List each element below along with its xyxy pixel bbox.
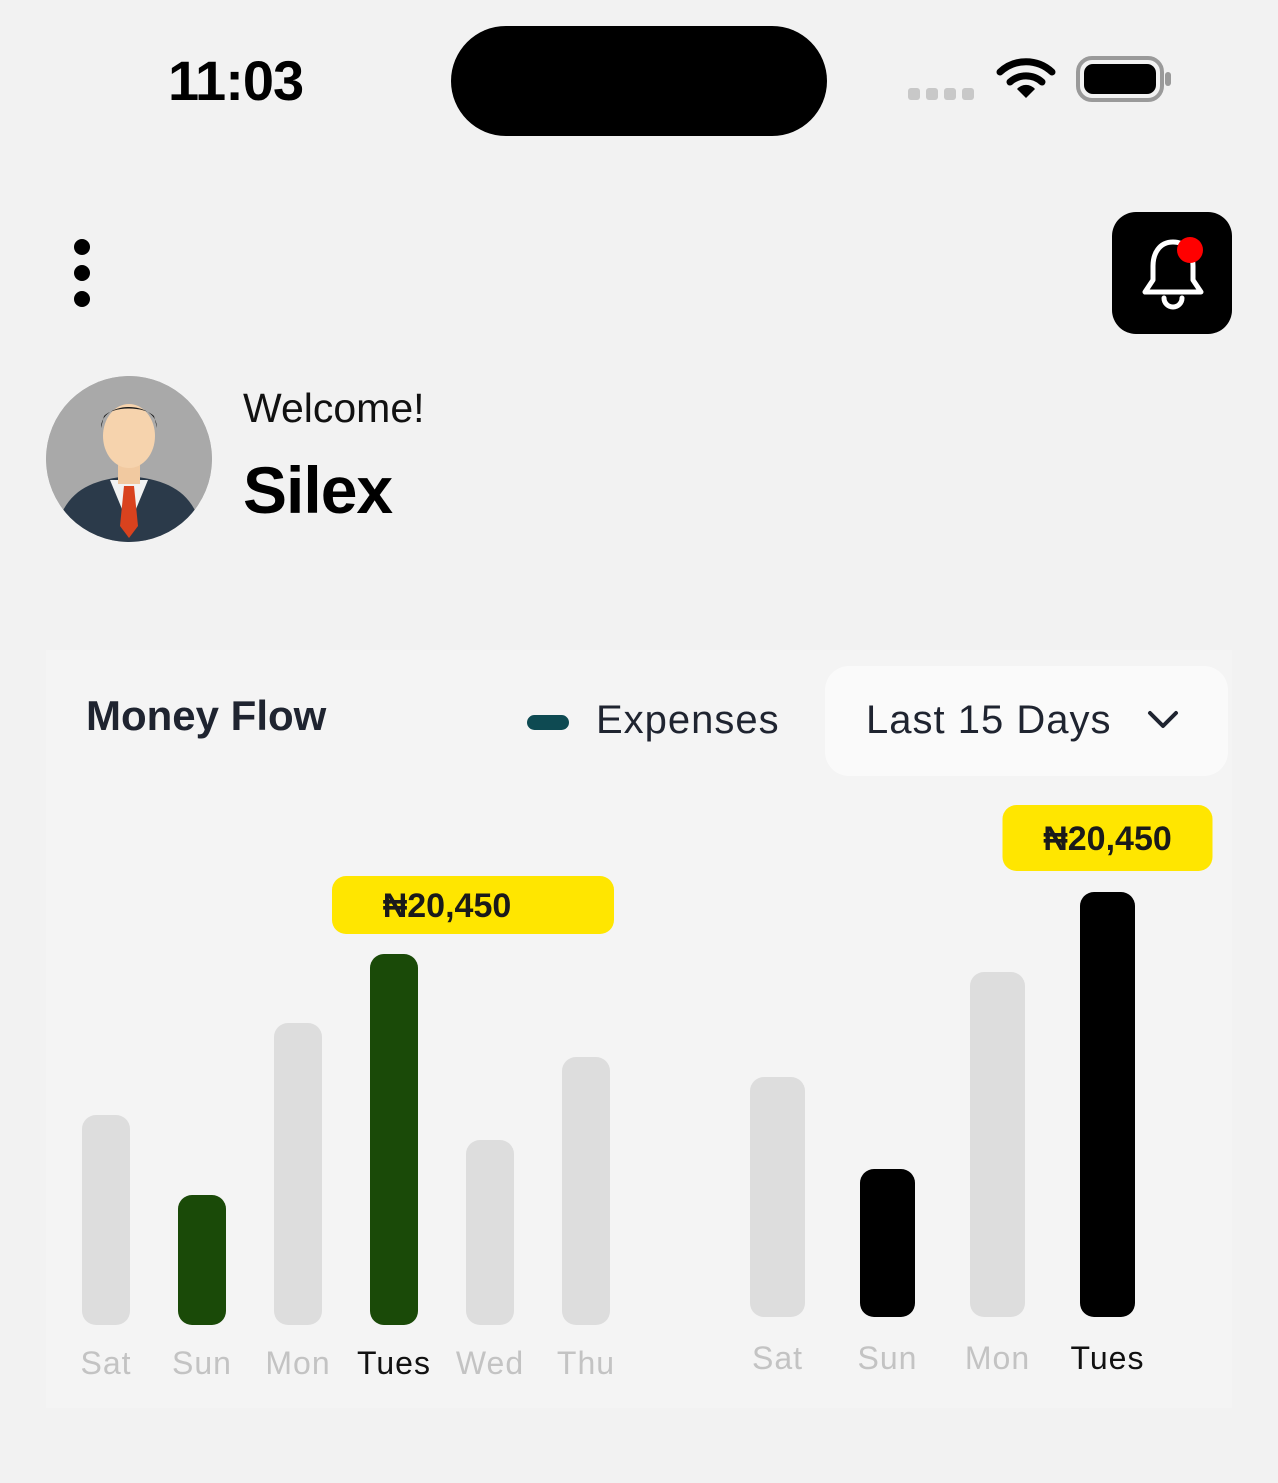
x-tick-label: Mon <box>265 1345 330 1381</box>
x-tick-label: Tues <box>357 1345 431 1381</box>
x-tick-label: Wed <box>456 1345 524 1381</box>
x-tick-label: Mon <box>965 1340 1030 1376</box>
chart-bar[interactable] <box>750 1077 805 1317</box>
chart-bar[interactable] <box>860 1169 915 1317</box>
x-tick-label: Sun <box>172 1345 232 1381</box>
chart-bar[interactable] <box>274 1023 322 1325</box>
x-tick-label: Sat <box>752 1340 803 1376</box>
chart-bar[interactable] <box>1080 892 1135 1317</box>
x-tick-label: Tues <box>1071 1340 1145 1376</box>
chart-bar[interactable] <box>970 972 1025 1317</box>
value-tooltip-label: ₦20,450 <box>383 887 512 925</box>
x-tick-label: Thu <box>557 1345 615 1381</box>
chart-bar[interactable] <box>370 954 418 1325</box>
money-flow-chart: Sat Sun Mon Tues Wed Thu ₦20,450 Sat Sun Mon Tues ₦… <box>80 805 1213 1381</box>
chart-bar[interactable] <box>178 1195 226 1325</box>
x-tick-label: Sun <box>858 1340 918 1376</box>
chart-bar[interactable] <box>466 1140 514 1325</box>
chart-bar[interactable] <box>562 1057 610 1325</box>
value-tooltip-label: ₦20,450 <box>1043 820 1172 858</box>
x-tick-label: Sat <box>80 1345 131 1381</box>
chart-bar[interactable] <box>82 1115 130 1325</box>
